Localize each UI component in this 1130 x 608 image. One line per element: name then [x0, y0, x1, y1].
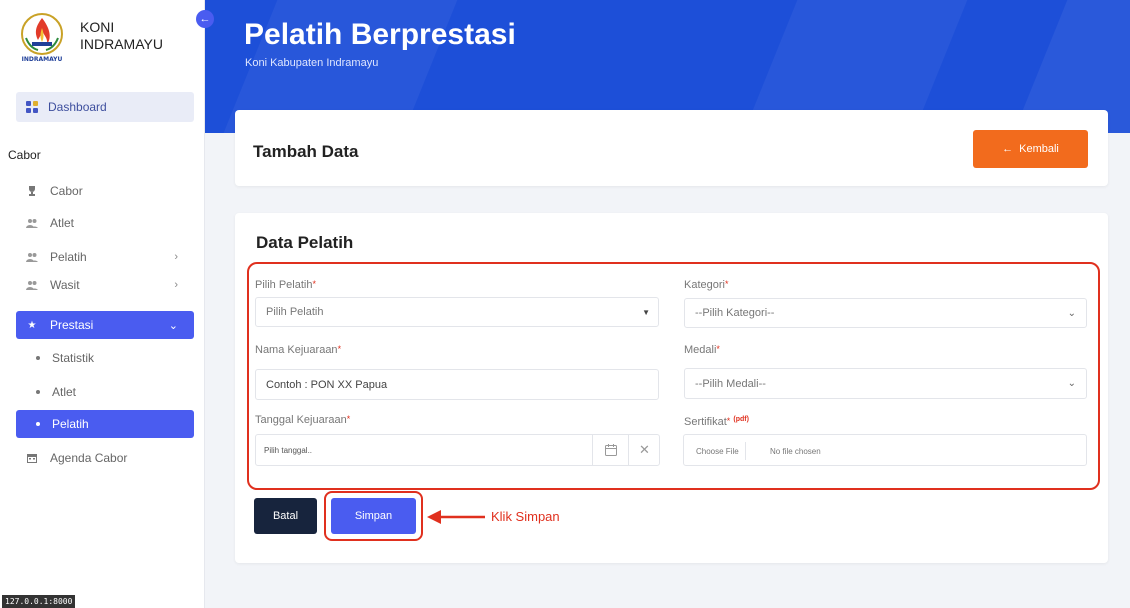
- select-value: Pilih Pelatih: [266, 306, 324, 318]
- sidebar-item-label: Wasit: [50, 278, 80, 292]
- label-text: Kategori: [684, 279, 725, 291]
- sidebar-item-label: Atlet: [50, 216, 75, 230]
- tambah-data-card: Tambah Data ← Kembali: [235, 110, 1108, 186]
- sertifikat-file-input[interactable]: Choose File No file chosen: [683, 434, 1087, 466]
- clear-date-button[interactable]: ✕: [628, 435, 660, 465]
- brand[interactable]: INDRAMAYU KONI INDRAMAYU: [14, 8, 163, 64]
- input-placeholder: Contoh : PON XX Papua: [266, 378, 388, 391]
- chevron-down-icon: ⌄: [168, 319, 178, 332]
- sertifikat-label: Sertifikat* (pdf): [684, 416, 749, 428]
- sidebar-subitem-label: Pelatih: [52, 417, 89, 431]
- kembali-label: Kembali: [1019, 143, 1059, 155]
- sidebar-subitem-pelatih[interactable]: Pelatih: [16, 410, 194, 438]
- sidebar-item-wasit[interactable]: Wasit ›: [16, 271, 194, 299]
- batal-button[interactable]: Batal: [254, 498, 317, 534]
- select-value: --Pilih Medali--: [695, 377, 766, 390]
- sidebar-item-label: Agenda Cabor: [50, 451, 128, 465]
- nama-kejuaraan-input[interactable]: Contoh : PON XX Papua: [255, 369, 659, 400]
- bullet-icon: [36, 390, 40, 394]
- brand-line-2: INDRAMAYU: [80, 36, 163, 52]
- kategori-select[interactable]: --Pilih Kategori-- ⌄: [684, 298, 1087, 328]
- sidebar-item-dashboard[interactable]: Dashboard: [16, 92, 194, 122]
- annotation-text: Klik Simpan: [491, 509, 560, 524]
- sidebar-item-label: Cabor: [50, 184, 83, 198]
- calendar-icon: [604, 444, 617, 456]
- calendar-button[interactable]: [592, 435, 628, 465]
- pilih-pelatih-select[interactable]: Pilih Pelatih ▼: [255, 297, 659, 327]
- status-url: 127.0.0.1:8000: [2, 595, 76, 608]
- file-status: No file chosen: [770, 447, 821, 456]
- chevron-right-icon: ›: [174, 251, 178, 263]
- required-mark: *: [337, 344, 342, 354]
- label-text: Nama Kejuaraan: [255, 344, 338, 356]
- chevron-down-icon: ⌄: [1067, 307, 1076, 319]
- sidebar-subitem-label: Atlet: [52, 385, 77, 399]
- chevron-right-icon: ›: [174, 279, 178, 291]
- card-title: Tambah Data: [253, 142, 359, 161]
- users-icon: [26, 279, 38, 291]
- brand-name: KONI INDRAMAYU: [80, 19, 163, 53]
- sidebar-collapse-button[interactable]: ←: [196, 10, 214, 28]
- medali-select[interactable]: --Pilih Medali-- ⌄: [684, 368, 1087, 399]
- kategori-label: Kategori*: [684, 279, 729, 291]
- pilih-pelatih-label: Pilih Pelatih*: [255, 279, 316, 291]
- required-mark: *: [716, 344, 720, 354]
- close-icon: ✕: [639, 442, 650, 457]
- calendar-icon: [26, 452, 38, 464]
- sidebar-item-atlet[interactable]: Atlet: [16, 209, 194, 237]
- form-title: Data Pelatih: [256, 233, 354, 252]
- sidebar-item-agenda-cabor[interactable]: Agenda Cabor: [16, 444, 194, 472]
- sidebar-item-prestasi[interactable]: ★ Prestasi ⌄: [16, 311, 194, 339]
- annotation-arrow-icon: [427, 510, 485, 524]
- tanggal-kejuaraan-field: Pilih tanggal.. ✕: [255, 434, 660, 466]
- required-mark: *: [346, 414, 351, 424]
- arrow-left-icon: ←: [1002, 143, 1014, 155]
- bullet-icon: [36, 356, 40, 360]
- required-mark: *: [726, 416, 731, 426]
- star-icon: ★: [27, 319, 37, 331]
- choose-file-button[interactable]: Choose File: [690, 442, 746, 460]
- sidebar: INDRAMAYU KONI INDRAMAYU Dashboard Cabor…: [0, 0, 205, 608]
- sidebar-item-cabor[interactable]: Cabor: [16, 177, 194, 205]
- sidebar-item-label: Dashboard: [48, 100, 107, 114]
- arrow-left-icon: ←: [199, 13, 211, 25]
- pdf-note: (pdf): [733, 416, 749, 423]
- sidebar-item-label: Pelatih: [50, 250, 87, 264]
- caret-down-icon: ▼: [642, 307, 650, 317]
- nama-kejuaraan-label: Nama Kejuaraan*: [255, 344, 341, 356]
- kembali-button[interactable]: ← Kembali: [973, 130, 1088, 168]
- sidebar-subitem-atlet[interactable]: Atlet: [16, 378, 194, 406]
- label-text: Tanggal Kejuaraan: [255, 414, 347, 426]
- grid-icon: [26, 101, 38, 113]
- medali-label: Medali*: [684, 344, 720, 356]
- trophy-icon: [26, 185, 38, 197]
- select-value: --Pilih Kategori--: [695, 307, 775, 319]
- users-icon: [26, 217, 38, 229]
- sidebar-subitem-statistik[interactable]: Statistik: [16, 344, 194, 372]
- simpan-button[interactable]: Simpan: [331, 498, 416, 534]
- bullet-icon: [36, 422, 40, 426]
- brand-line-1: KONI: [80, 19, 115, 35]
- label-text: Pilih Pelatih: [255, 279, 313, 291]
- form-card: Data Pelatih Pilih Pelatih* Pilih Pelati…: [235, 213, 1108, 563]
- tanggal-kejuaraan-label: Tanggal Kejuaraan*: [255, 414, 350, 426]
- section-label: Cabor: [8, 148, 41, 162]
- date-input[interactable]: Pilih tanggal..: [264, 446, 312, 455]
- users-icon: [26, 251, 38, 263]
- required-mark: *: [724, 279, 729, 289]
- label-text: Medali: [684, 344, 717, 356]
- sidebar-subitem-label: Statistik: [52, 351, 95, 365]
- label-text: Sertifikat: [684, 416, 727, 428]
- required-mark: *: [312, 279, 316, 289]
- koni-logo: INDRAMAYU: [21, 13, 63, 63]
- logo-text: INDRAMAYU: [22, 56, 63, 63]
- chevron-down-icon: ⌄: [1067, 378, 1076, 389]
- sidebar-item-label: Prestasi: [50, 318, 94, 332]
- page-title: Pelatih Berprestasi: [244, 18, 516, 51]
- page-subtitle: Koni Kabupaten Indramayu: [245, 57, 379, 69]
- sidebar-item-pelatih[interactable]: Pelatih ›: [16, 243, 194, 271]
